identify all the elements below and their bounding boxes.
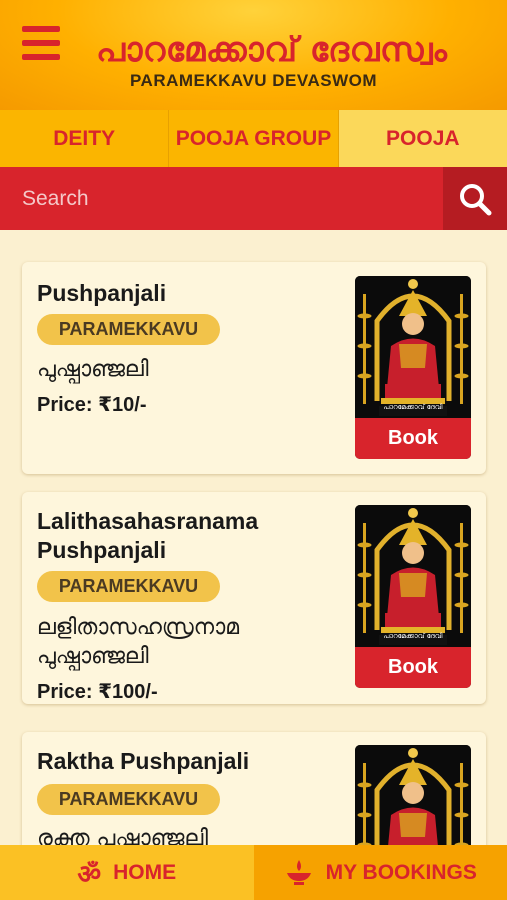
image-caption: പാറമേക്കാവ് ദേവി xyxy=(383,403,443,411)
pooja-price: Price: ₹100/- xyxy=(37,681,158,703)
app-header: പാറമേക്കാവ് ദേവസ്വം PARAMEKKAVU DEVASWOM xyxy=(0,0,507,110)
temple-badge: PARAMEKKAVU xyxy=(37,784,220,815)
book-button[interactable]: Book xyxy=(355,647,471,688)
temple-badge: PARAMEKKAVU xyxy=(37,571,220,602)
deity-image xyxy=(355,745,471,845)
om-icon: ॐ xyxy=(77,859,102,890)
deity-image: പാറമേക്കാവ് ദേവി Book xyxy=(355,276,471,459)
deity-image: പാറമേക്കാവ് ദേവി Book xyxy=(355,505,471,688)
pooja-name-malayalam: പുഷ്പാഞ്ജലി xyxy=(37,357,149,382)
bottom-navigation: ॐ HOME MY BOOKINGS xyxy=(0,845,507,900)
tab-deity[interactable]: DEITY xyxy=(0,110,170,167)
search-button[interactable] xyxy=(443,167,507,230)
temple-badge: PARAMEKKAVU xyxy=(37,314,220,345)
search-bar xyxy=(0,167,507,230)
tab-pooja-group[interactable]: POOJA GROUP xyxy=(169,110,339,167)
tab-pooja[interactable]: POOJA xyxy=(338,110,507,167)
nav-my-bookings[interactable]: MY BOOKINGS xyxy=(253,845,507,900)
pooja-card: Lalithasahasranama Pushpanjali PARAMEKKA… xyxy=(22,492,486,704)
nav-home-label: HOME xyxy=(113,860,177,884)
pooja-card: Pushpanjali PARAMEKKAVU പുഷ്പാഞ്ജലി Pric… xyxy=(22,262,486,474)
pooja-list[interactable]: Pushpanjali PARAMEKKAVU പുഷ്പാഞ്ജലി Pric… xyxy=(0,230,507,845)
pooja-name: Lalithasahasranama Pushpanjali xyxy=(37,508,259,563)
app-title-english: PARAMEKKAVU DEVASWOM xyxy=(129,71,378,90)
nav-bookings-label: MY BOOKINGS xyxy=(325,860,477,884)
pooja-card: Raktha Pushpanjali PARAMEKKAVU രക്ത പുഷ്… xyxy=(22,732,486,845)
hamburger-menu-icon[interactable] xyxy=(22,26,60,60)
nav-home[interactable]: ॐ HOME xyxy=(0,845,254,900)
pooja-name-malayalam: രക്ത പുഷ്പാഞ്ജലി xyxy=(37,826,209,845)
pooja-name: Raktha Pushpanjali xyxy=(37,748,250,774)
book-button[interactable]: Book xyxy=(355,418,471,459)
pooja-name: Pushpanjali xyxy=(37,280,167,306)
app-title-malayalam: പാറമേക്കാവ് ദേവസ്വം xyxy=(96,30,448,70)
oil-lamp-icon xyxy=(286,859,311,885)
category-tabs: DEITY POOJA GROUP POOJA xyxy=(0,110,507,167)
search-input[interactable] xyxy=(0,167,443,230)
image-caption: പാറമേക്കാവ് ദേവി xyxy=(383,632,443,640)
search-icon xyxy=(460,183,492,215)
pooja-price: Price: ₹10/- xyxy=(37,394,147,416)
pooja-name-malayalam: ലളിതാസഹസ്രനാമ പുഷ്പാഞ്ജലി xyxy=(37,615,240,669)
